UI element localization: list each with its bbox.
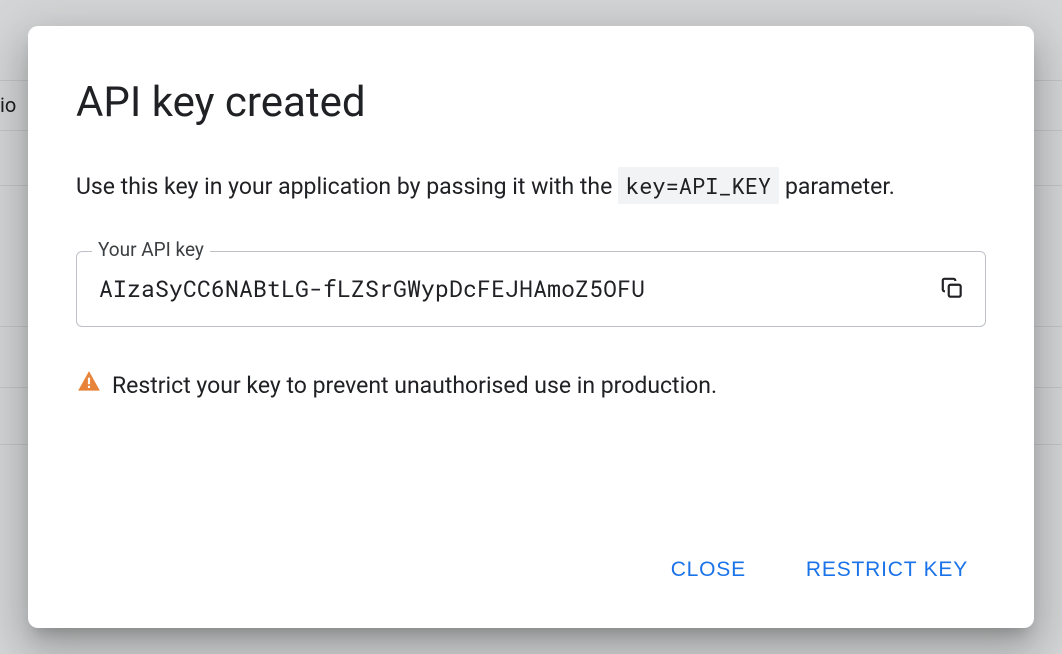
description-text-before: Use this key in your application by pass…	[76, 173, 618, 200]
key-param-code: key=API_KEY	[618, 167, 779, 204]
api-key-field-wrap: Your API key AIzaSyCC6NABtLG-fLZSrGWypDc…	[76, 251, 986, 327]
dialog-title: API key created	[76, 78, 986, 127]
copy-api-key-button[interactable]	[932, 269, 972, 309]
api-key-value[interactable]: AIzaSyCC6NABtLG-fLZSrGWypDcFEJHAmoZ5OFU	[76, 251, 986, 327]
warning-icon	[76, 369, 102, 401]
api-key-field-label: Your API key	[92, 238, 210, 261]
warning-text: Restrict your key to prevent unauthorise…	[112, 372, 717, 399]
restrict-key-warning: Restrict your key to prevent unauthorise…	[76, 369, 986, 401]
restrict-key-button[interactable]: RESTRICT KEY	[800, 548, 974, 592]
dialog-actions: CLOSE RESTRICT KEY	[76, 548, 986, 592]
copy-icon	[939, 275, 965, 304]
api-key-created-dialog: API key created Use this key in your app…	[28, 26, 1034, 628]
dialog-description: Use this key in your application by pass…	[76, 171, 986, 203]
close-button[interactable]: CLOSE	[665, 548, 752, 592]
description-text-after: parameter.	[785, 173, 895, 200]
